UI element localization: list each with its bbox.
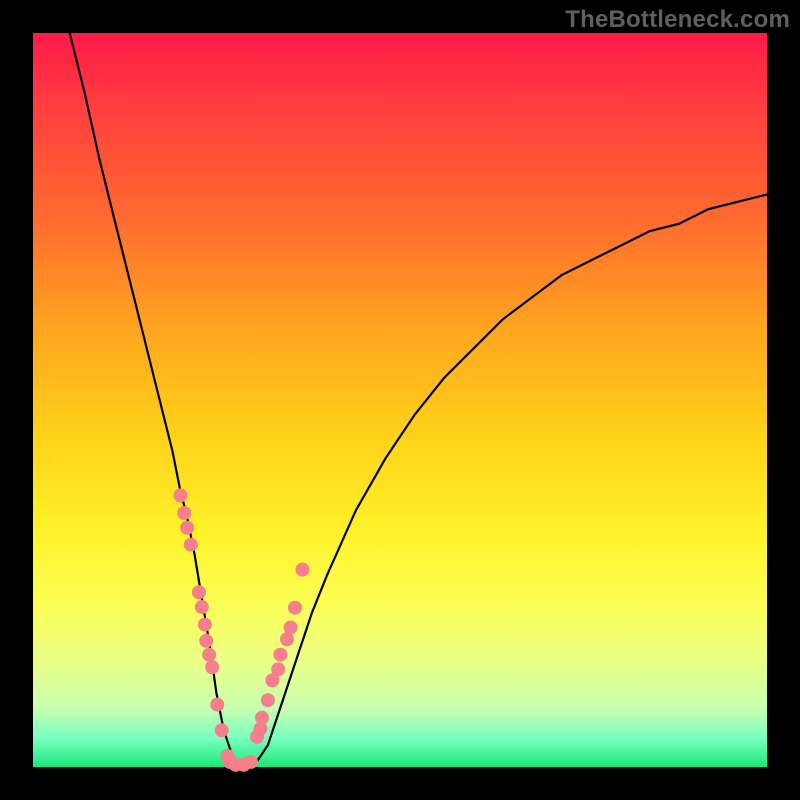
highlight-dot [195,600,209,614]
highlight-dot [192,585,206,599]
highlight-dot [205,660,219,674]
highlight-dot [210,698,224,712]
highlight-dot [288,601,302,615]
highlight-dot [180,521,194,535]
highlight-dots-bottom [223,755,258,772]
chart-frame: TheBottleneck.com [0,0,800,800]
highlight-dot [284,621,298,635]
highlight-dot [215,723,229,737]
highlight-dot [177,506,191,520]
highlight-dot [273,648,287,662]
highlight-dot [271,662,285,676]
highlight-dot [244,755,258,769]
highlight-dot [199,634,213,648]
watermark-text: TheBottleneck.com [565,6,790,34]
highlight-dot [261,693,275,707]
highlight-dots-right [250,563,310,744]
chart-svg [33,33,767,767]
highlight-dot [255,711,269,725]
highlight-dots-left [174,488,235,763]
highlight-dot [198,618,212,632]
highlight-dot [295,563,309,577]
highlight-dot [184,538,198,552]
plot-area [33,33,767,767]
highlight-dot [280,632,294,646]
highlight-dot [174,488,188,502]
bottleneck-curve [70,33,767,767]
highlight-dot [202,648,216,662]
